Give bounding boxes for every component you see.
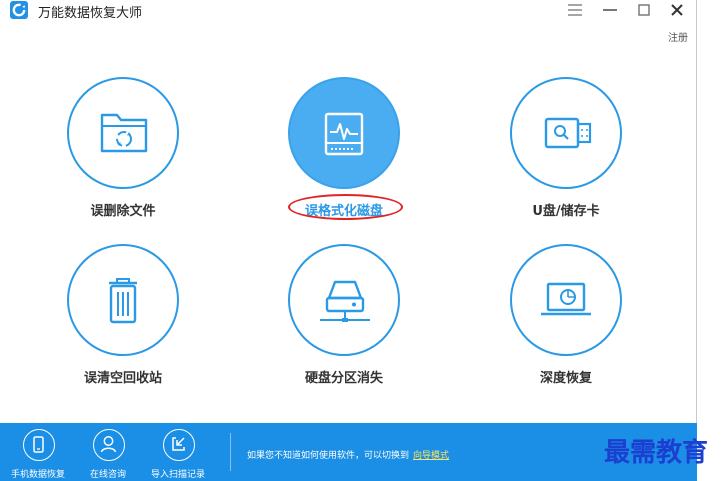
feature-label: U盘/储存卡 [532,204,600,219]
feature-label: 硬盘分区消失 [304,371,383,386]
menu-button[interactable] [565,0,585,20]
trash-bin-icon [109,278,137,324]
folder-recycle-icon [100,113,148,153]
minimize-icon [603,9,617,11]
register-link[interactable]: 注册 [668,29,688,44]
online-consult-button[interactable]: 在线咨询 [73,423,143,481]
feature-circle [288,77,400,189]
hamburger-icon [568,4,582,16]
bottom-bar: 手机数据恢复 在线咨询 导入扫描记录 如果您不知道如何使用软件，可以切换到 向导… [0,423,697,481]
feature-circle [510,244,622,356]
disk-format-icon [324,112,364,156]
window-title: 万能数据恢复大师 [38,6,143,21]
feature-label: 深度恢复 [539,371,592,386]
bottom-bar-label: 导入扫描记录 [150,470,205,480]
user-icon-ring [93,429,125,461]
feature-label: 误删除文件 [90,204,156,219]
feature-tile-deep-recovery[interactable]: 深度恢复 [476,244,656,394]
laptop-scan-icon [541,282,591,316]
import-scan-record-button[interactable]: 导入扫描记录 [143,423,213,481]
feature-circle [67,244,179,356]
feature-tile-recycle-bin[interactable]: 误清空回收站 [33,244,213,394]
close-icon [671,4,683,16]
usb-drive-icon [544,117,592,149]
maximize-icon [638,4,650,16]
phone-icon-ring [23,429,55,461]
feature-tile-usb-card[interactable]: U盘/储存卡 [476,77,656,227]
feature-circle [288,244,400,356]
phone-icon [33,436,44,453]
window-border [696,0,697,423]
minimize-button[interactable] [600,0,620,20]
hard-disk-partition-icon [320,280,370,322]
phone-recovery-button[interactable]: 手机数据恢复 [3,423,73,481]
bottom-bar-divider [230,433,231,471]
wizard-mode-link[interactable]: 向导模式 [413,451,449,461]
user-support-icon [100,436,117,453]
watermark-logo: 最需教育 [604,438,709,468]
title-bar: 万能数据恢复大师 [0,0,697,22]
feature-tile-formatted-disk[interactable]: 误格式化磁盘 [254,77,434,227]
feature-circle [510,77,622,189]
wizard-hint: 如果您不知道如何使用软件，可以切换到 向导模式 [247,448,449,461]
wizard-hint-text: 如果您不知道如何使用软件，可以切换到 [247,451,410,461]
feature-circle [67,77,179,189]
maximize-button[interactable] [634,0,654,20]
feature-label: 误清空回收站 [83,371,162,386]
feature-tile-partition-lost[interactable]: 硬盘分区消失 [254,244,434,394]
feature-label: 误格式化磁盘 [304,204,383,219]
import-icon-ring [163,429,195,461]
app-window: 万能数据恢复大师 注册 误删除文件 误格式化磁盘 U盘/储存卡 误清空回收站 硬… [0,0,697,481]
close-button[interactable] [667,0,687,20]
app-logo-icon [10,1,28,19]
feature-tile-deleted-files[interactable]: 误删除文件 [33,77,213,227]
import-icon [172,437,185,451]
